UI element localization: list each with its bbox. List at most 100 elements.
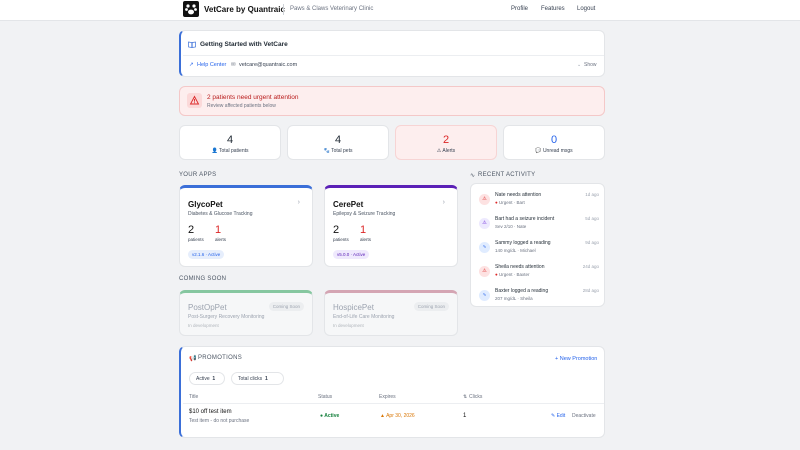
- app-name: HospicePet: [333, 303, 374, 312]
- pencil-icon: ✎: [551, 413, 556, 419]
- activity-pulse-icon: ∿: [470, 173, 476, 179]
- stat-total-pets[interactable]: 4 🐾 Total pets: [287, 125, 389, 160]
- patients-count: 2: [333, 224, 340, 236]
- promotions-heading: PROMOTIONS: [198, 355, 243, 361]
- activity-item[interactable]: ∿ Baxter logged a reading 207 mg/dL · Sh…: [479, 288, 601, 310]
- warning-triangle-icon: [187, 93, 202, 108]
- book-icon: [188, 41, 196, 50]
- app-name: PostOpPet: [188, 303, 227, 312]
- warning-icon: ⚠: [479, 218, 490, 229]
- promo-subtitle: Test item - do not purchase: [189, 418, 250, 424]
- getting-started-title: Getting Started with VetCare: [200, 41, 288, 48]
- deactivate-button[interactable]: Deactivate: [572, 413, 596, 419]
- app-desc: Epilepsy & Seizure Tracking: [333, 211, 396, 217]
- megaphone-icon: 📢: [189, 356, 197, 362]
- show-toggle[interactable]: Show: [584, 62, 597, 68]
- stat-alerts[interactable]: 2 ⚠ Alerts: [395, 125, 497, 160]
- recent-activity-heading: RECENT ACTIVITY: [478, 172, 536, 178]
- app-card-hospicepet: HospicePet Coming Soon End-of-Life Care …: [324, 290, 458, 336]
- app-card-postoppet: PostOpPet Coming Soon Post-Surgery Recov…: [179, 290, 313, 336]
- app-name: GlycoPet: [188, 200, 223, 209]
- activity-title: Nate needs attention: [495, 192, 542, 198]
- stat-total-patients[interactable]: 4 👤 Total patients: [179, 125, 281, 160]
- table-divider: [183, 403, 604, 404]
- chevron-right-icon: ›: [442, 199, 445, 206]
- col-expires: Expires: [379, 394, 396, 400]
- warning-icon: ⚠: [436, 148, 442, 154]
- paw-logo-icon[interactable]: [183, 1, 199, 17]
- alert-title: 2 patients need urgent attention: [207, 94, 299, 101]
- paw-icon: 🐾: [323, 148, 330, 154]
- nav-divider: [283, 4, 284, 15]
- activity-item[interactable]: ⚠ Nate needs attention ● Urgent · Bart 1…: [479, 192, 601, 214]
- version-badge: v2.1.6 · Active: [188, 250, 225, 259]
- urgent-dot-icon: ●: [495, 272, 498, 277]
- coming-soon-heading: COMING SOON: [179, 276, 227, 282]
- stat-value: 4: [226, 134, 234, 146]
- activity-item[interactable]: ⚠ Bart had a seizure incident Sev 2/10 ·…: [479, 216, 601, 238]
- your-apps-heading: YOUR APPS: [179, 172, 217, 178]
- urgent-dot-icon: ●: [495, 200, 498, 205]
- clicks-count: 1: [264, 376, 268, 382]
- nav-features-link[interactable]: Features: [541, 6, 565, 12]
- activity-sub: ● Urgent · Baxter: [495, 272, 530, 277]
- app-desc: Diabetes & Glucose Tracking: [188, 211, 253, 217]
- external-link-icon: ↗: [189, 62, 194, 68]
- sort-icon[interactable]: ⇅: [463, 394, 467, 400]
- stat-unread-msgs[interactable]: 0 💬 Unread msgs: [503, 125, 605, 160]
- activity-item[interactable]: ⚠ Sheila needs attention ● Urgent · Baxt…: [479, 264, 601, 286]
- chevron-down-icon[interactable]: ⌄: [577, 62, 581, 68]
- pulse-icon: ∿: [479, 242, 490, 253]
- patients-count: 2: [188, 224, 195, 236]
- warning-icon: ▲: [380, 413, 385, 419]
- active-dot-icon: ●: [320, 413, 324, 419]
- alert-subtitle: Review affected patients below: [207, 103, 276, 109]
- activity-time: 9d ago: [585, 240, 599, 245]
- patients-label: patients: [188, 237, 204, 242]
- alert-icon: ⚠: [479, 194, 490, 205]
- app-desc: Post-Surgery Recovery Monitoring: [188, 314, 265, 320]
- urgent-alert-banner[interactable]: [179, 86, 605, 116]
- app-status: In development: [188, 323, 219, 328]
- alerts-label: alerts: [215, 237, 227, 242]
- chevron-right-icon: ›: [297, 199, 300, 206]
- patients-label: patients: [333, 237, 349, 242]
- alert-icon: ⚠: [479, 266, 490, 277]
- recent-activity-card: ⚠ Nate needs attention ● Urgent · Bart 1…: [470, 183, 605, 307]
- help-center-link[interactable]: Help Center: [197, 62, 226, 68]
- col-title: Title: [189, 394, 199, 400]
- user-icon: 👤: [211, 148, 218, 154]
- clinic-name: Paws & Claws Veterinary Clinic: [290, 6, 374, 12]
- expires-date: ▲ Apr 30, 2026: [380, 413, 415, 419]
- app-name: CerePet: [333, 200, 364, 209]
- activity-title: Bart had a seizure incident: [495, 216, 555, 222]
- activity-time: 24d ago: [582, 264, 599, 269]
- coming-soon-badge: Coming Soon: [268, 302, 304, 311]
- stat-label: 🐾 Total pets: [323, 148, 353, 154]
- coming-soon-badge: Coming Soon: [413, 302, 449, 311]
- activity-time: 28d ago: [582, 288, 599, 293]
- app-status: In development: [333, 323, 364, 328]
- nav-logout-link[interactable]: Logout: [577, 6, 595, 12]
- chat-icon: 💬: [535, 148, 542, 154]
- getting-started-card: [179, 30, 605, 77]
- new-promotion-button[interactable]: + New Promotion: [555, 356, 597, 362]
- activity-sub: Sev 2/10 · Nate: [495, 224, 527, 229]
- top-nav: [0, 0, 800, 21]
- stat-value: 2: [442, 134, 450, 146]
- activity-time: 1d ago: [585, 192, 599, 197]
- stat-label: 💬 Unread msgs: [535, 148, 573, 154]
- activity-title: Baxter logged a reading: [495, 288, 549, 294]
- nav-profile-link[interactable]: Profile: [511, 6, 528, 12]
- stat-value: 4: [334, 134, 342, 146]
- app-card-glycopet[interactable]: GlycoPet › Diabetes & Glucose Tracking 2…: [179, 185, 313, 267]
- active-count: 1: [212, 376, 216, 382]
- status-badge: ● Active: [320, 413, 340, 419]
- mail-icon: ✉: [231, 62, 236, 68]
- col-status: Status: [318, 394, 333, 400]
- app-card-cerepet[interactable]: CerePet › Epilepsy & Seizure Tracking 2 …: [324, 185, 458, 267]
- support-email[interactable]: vetcare@quantraic.com: [239, 62, 297, 68]
- edit-button[interactable]: ✎ Edit: [551, 413, 565, 419]
- activity-item[interactable]: ∿ Sammy logged a reading 140 mg/dL · Mic…: [479, 240, 601, 262]
- promo-clicks: 1: [463, 413, 467, 419]
